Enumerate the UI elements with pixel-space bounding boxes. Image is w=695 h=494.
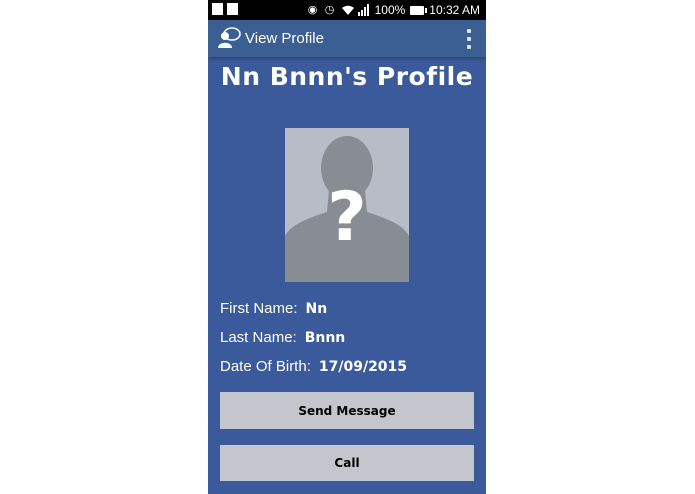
wifi-icon [341,4,354,16]
action-bar: View Profile [208,20,486,57]
phone-screen: ◉ ◷ 100% 10:32 AM View Profile Nn Bnnn's… [208,0,486,494]
overflow-menu-icon[interactable] [466,29,472,49]
notification-icons [212,3,238,15]
location-icon: ◉ [307,4,318,16]
system-status: ◉ ◷ 100% 10:32 AM [307,3,480,17]
unknown-person-icon: ? [285,136,409,282]
last-name-label: Last Name: [220,329,297,346]
date-of-birth-label: Date Of Birth: [220,358,311,375]
action-bar-title: View Profile [245,30,324,47]
status-bar: ◉ ◷ 100% 10:32 AM [208,0,486,20]
last-name-row: Last Name: Bnnn [220,329,345,346]
first-name-label: First Name: [220,300,298,317]
gallery-notification-icon [212,3,223,15]
date-of-birth-value: 17/09/2015 [318,359,408,375]
send-message-button[interactable]: Send Message [220,392,474,429]
first-name-row: First Name: Nn [220,300,327,317]
last-name-value: Bnnn [304,330,346,346]
battery-icon [410,5,428,15]
user-chat-icon[interactable] [217,26,241,50]
clock: 10:32 AM [429,3,480,17]
first-name-value: Nn [305,301,328,317]
profile-heading: Nn Bnnn's Profile [220,62,474,91]
store-notification-icon [227,3,238,15]
profile-photo-placeholder: ? [285,128,409,282]
call-button[interactable]: Call [220,445,474,481]
alarm-icon: ◷ [324,4,335,16]
svg-text:?: ? [327,178,366,257]
battery-percent: 100% [374,3,406,17]
signal-icon [357,4,370,16]
date-of-birth-row: Date Of Birth: 17/09/2015 [220,358,407,375]
